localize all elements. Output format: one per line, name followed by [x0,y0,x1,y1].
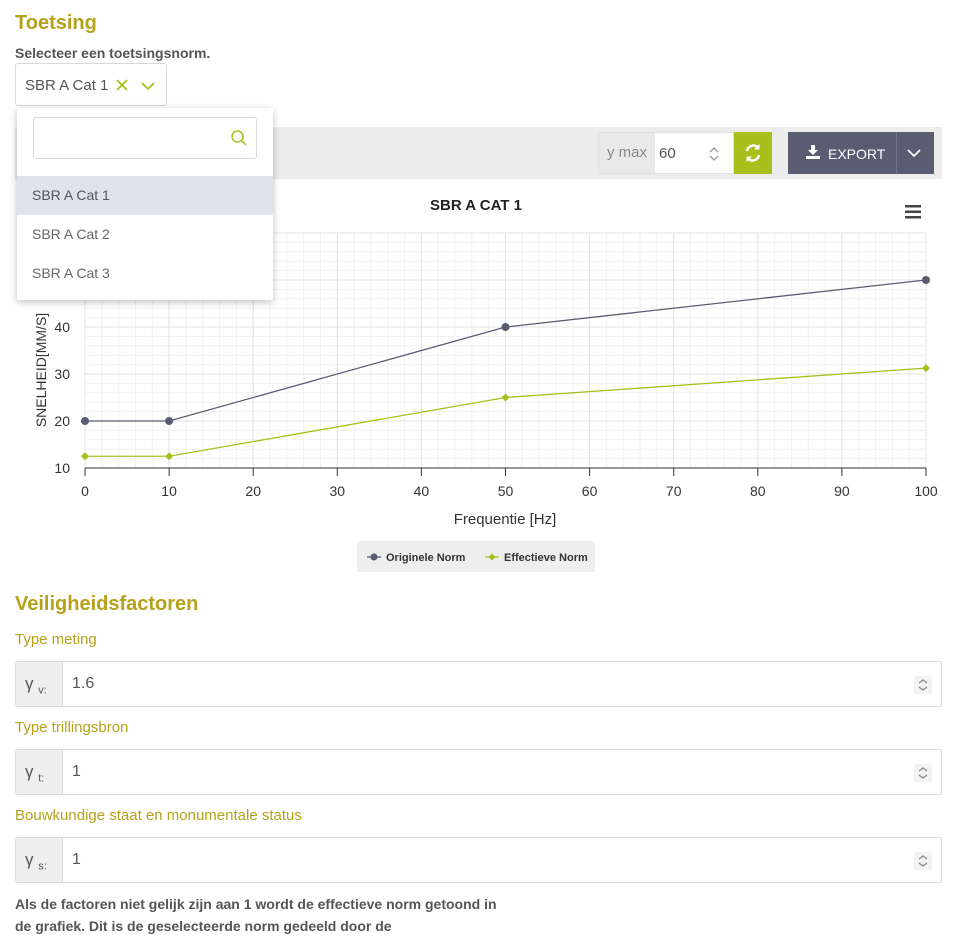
data-point [501,393,510,402]
gamma-t-field[interactable]: γ t: 1 [15,749,942,795]
download-icon [806,145,820,159]
gamma-s-value[interactable]: 1 [72,851,81,869]
gamma-symbol: γ [25,674,34,693]
norm-select-value: SBR A Cat 1 [25,77,109,94]
dropdown-search-input[interactable] [33,117,257,159]
refresh-button[interactable] [734,132,772,174]
refresh-icon [745,144,761,162]
dropdown-option-cat2[interactable]: SBR A Cat 2 [17,215,273,254]
norm-select[interactable]: SBR A Cat 1 [15,63,167,106]
factors-note: Als de factoren niet gelijk zijn aan 1 w… [15,896,497,943]
legend-label: Originele Norm [386,552,466,564]
gamma-v-value[interactable]: 1.6 [72,675,94,693]
ymax-control: y max [598,132,734,174]
x-tick-label: 70 [666,483,682,499]
export-divider [896,132,897,174]
search-icon [230,129,248,147]
x-tick-label: 50 [498,483,514,499]
ymax-spinner[interactable] [707,146,721,162]
data-point [165,417,174,425]
gamma-v-field[interactable]: γ v: 1.6 [15,661,942,707]
export-label: EXPORT [828,146,886,162]
data-point [922,276,930,284]
field-label-bouwkundige-staat: Bouwkundige staat en monumentale status [15,807,302,824]
x-tick-label: 90 [834,483,850,499]
chart-menu-icon[interactable] [905,205,921,219]
legend-marker [370,553,378,561]
x-axis-label: Frequentie [Hz] [454,511,557,528]
x-tick-label: 80 [750,483,766,499]
gamma-t-addon: γ t: [16,750,63,794]
x-tick-label: 100 [914,483,938,499]
gamma-v-addon: γ v: [16,662,63,706]
spinner-icon[interactable] [914,676,932,694]
field-label-trillingsbron: Type trillingsbron [15,719,129,736]
dropdown-option-cat3[interactable]: SBR A Cat 3 [17,254,273,293]
x-tick-label: 40 [414,483,430,499]
chart-legend: Originele Norm Effectieve Norm [357,541,595,572]
y-tick-label: 10 [54,460,70,476]
y-tick-label: 40 [54,319,70,335]
chevron-down-icon[interactable] [139,77,157,95]
norm-dropdown: SBR A Cat 1 SBR A Cat 2 SBR A Cat 3 [17,108,273,300]
select-prompt: Selecteer een toetsingsnorm. [15,45,211,61]
gamma-symbol: γ [25,762,34,781]
chevron-down-icon[interactable] [906,145,922,161]
x-tick-label: 20 [245,483,261,499]
y-tick-label: 30 [54,366,70,382]
gamma-t-value[interactable]: 1 [72,763,81,781]
data-point [501,323,510,331]
gamma-s-field[interactable]: γ s: 1 [15,837,942,883]
x-tick-label: 60 [582,483,598,499]
export-button[interactable]: EXPORT [788,132,934,174]
gamma-s-addon: γ s: [16,838,63,882]
spinner-icon[interactable] [914,764,932,782]
data-point [922,364,930,373]
gamma-symbol: γ [25,850,34,869]
legend-label: Effectieve Norm [504,552,588,564]
factors-title: Veiligheidsfactoren [15,593,199,615]
x-tick-label: 0 [81,483,89,499]
ymax-label: y max [599,133,655,173]
y-axis-label: SNELHEID[MM/S] [33,313,49,427]
data-point [81,417,89,425]
x-tick-label: 30 [330,483,346,499]
x-tick-label: 10 [161,483,177,499]
spinner-icon[interactable] [914,852,932,870]
ymax-input[interactable] [659,141,703,165]
dropdown-option-cat1[interactable]: SBR A Cat 1 [17,176,273,215]
section-title: Toetsing [15,12,97,34]
y-tick-label: 20 [54,413,70,429]
chart-title: SBR A CAT 1 [430,197,522,214]
field-label-type-meting: Type meting [15,631,97,648]
clear-icon[interactable] [113,75,131,95]
